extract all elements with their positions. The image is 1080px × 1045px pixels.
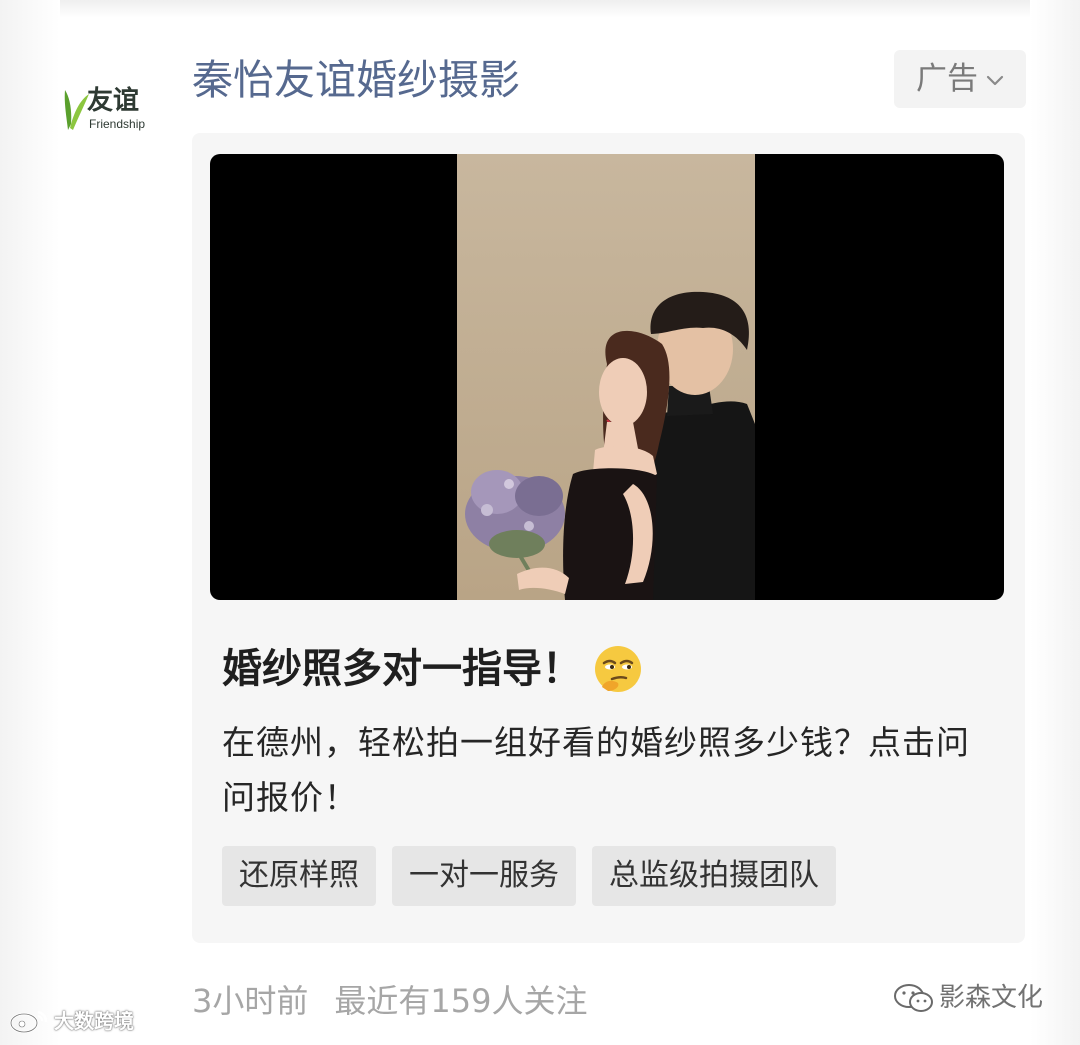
- watermark-left-text: 大数跨境: [54, 1009, 134, 1033]
- logo-subtext: Friendship: [89, 117, 146, 131]
- post-time: 3小时前: [192, 982, 309, 1020]
- tag-sample-photos[interactable]: 还原样照: [222, 846, 376, 906]
- ad-card[interactable]: 婚纱照多对一指导！ 在德州，轻松拍一组好看的婚纱照多少钱？点击问问报价！ 还原样…: [192, 133, 1025, 943]
- watermark-right-text: 影森文化: [939, 983, 1044, 1013]
- wechat-icon: [894, 984, 933, 1012]
- follower-count: 最近有159人关注: [334, 982, 588, 1020]
- left-shadow: [0, 0, 60, 1045]
- wedding-couple-illustration: [465, 291, 755, 600]
- ad-footer: 3小时前 最近有159人关注: [192, 975, 613, 1027]
- ad-menu-button[interactable]: 广告: [894, 50, 1026, 108]
- ad-title-text: 婚纱照多对一指导！: [222, 646, 582, 692]
- smirking-face-emoji-icon: [595, 646, 641, 692]
- wedding-photo: [457, 154, 755, 600]
- tag-director-team[interactable]: 总监级拍摄团队: [592, 846, 836, 906]
- ad-video[interactable]: [210, 154, 1004, 600]
- top-shadow: [0, 0, 1080, 18]
- ad-description: 在德州，轻松拍一组好看的婚纱照多少钱？点击问问报价！: [222, 723, 970, 817]
- watermark-left: 大数跨境: [8, 1007, 134, 1035]
- ad-label: 广告: [916, 61, 978, 97]
- tag-one-on-one-service[interactable]: 一对一服务: [392, 846, 576, 906]
- chevron-down-icon: [986, 75, 1004, 86]
- ad-tags: 还原样照 一对一服务 总监级拍摄团队: [222, 846, 836, 906]
- advertiser-logo[interactable]: 友谊 Friendship: [62, 82, 158, 142]
- right-shadow: [1030, 0, 1080, 1045]
- ad-title: 婚纱照多对一指导！: [222, 641, 644, 697]
- logo-text: 友谊: [87, 86, 140, 116]
- leaf-logo-icon: [64, 90, 89, 130]
- watermark-right: 影森文化: [893, 978, 1043, 1018]
- advertiser-name[interactable]: 秦怡友谊婚纱摄影: [192, 52, 520, 108]
- weibo-icon: [9, 1010, 48, 1034]
